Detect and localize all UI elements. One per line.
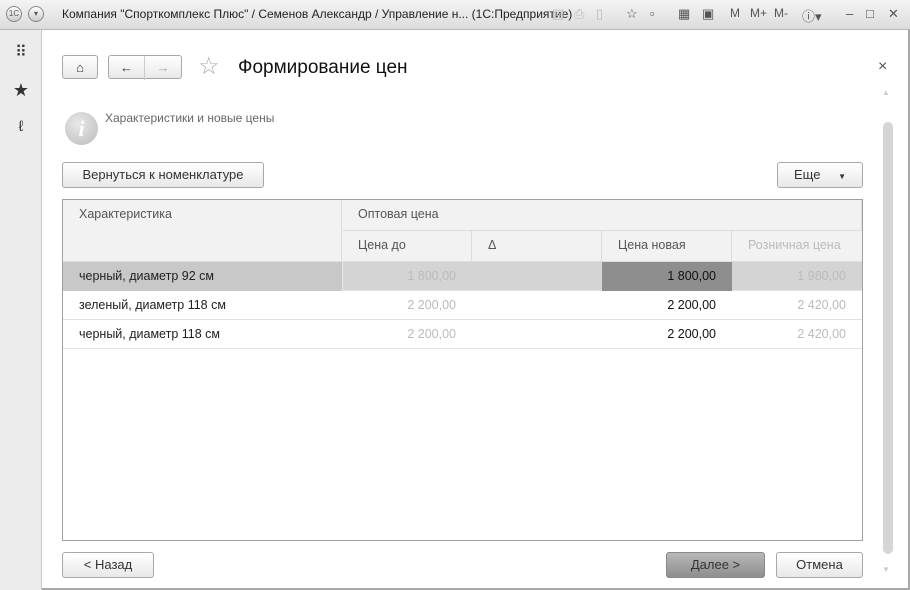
- header-price-before[interactable]: Цена до: [342, 231, 472, 262]
- preview-icon[interactable]: ▯: [596, 6, 603, 22]
- back-button[interactable]: < Назад: [62, 552, 154, 578]
- info-icon: i: [65, 112, 98, 145]
- cell-price-before: 2 200,00: [407, 327, 456, 341]
- cell-price-new[interactable]: 1 800,00: [602, 262, 732, 291]
- vertical-scrollbar[interactable]: ▲ ▼: [882, 88, 894, 575]
- header-price-new[interactable]: Цена новая: [602, 231, 732, 262]
- memory-plus-button[interactable]: M+: [750, 6, 767, 20]
- header-characteristic[interactable]: Характеристика: [63, 200, 342, 262]
- cell-characteristic: зеленый, диаметр 118 см: [79, 298, 226, 312]
- header-wholesale[interactable]: Оптовая цена: [342, 200, 862, 231]
- table-row[interactable]: черный, диаметр 92 см 1 800,00 1 800,00 …: [63, 262, 862, 291]
- main-menu-icon[interactable]: ▾: [28, 6, 44, 22]
- minimize-icon[interactable]: –: [846, 6, 853, 21]
- favorite-add-icon[interactable]: ☆: [626, 6, 638, 22]
- close-form-icon[interactable]: ×: [878, 58, 887, 76]
- memory-m-button[interactable]: M: [730, 6, 740, 20]
- header-delta[interactable]: Δ: [472, 231, 602, 262]
- print-icon[interactable]: ⎙: [574, 6, 584, 22]
- cell-retail: 2 420,00: [797, 327, 846, 341]
- table-row[interactable]: зеленый, диаметр 118 см 2 200,00 2 200,0…: [63, 291, 862, 320]
- forward-arrow-icon[interactable]: →: [145, 56, 181, 80]
- window-title: Компания "Спорткомплекс Плюс" / Семенов …: [62, 7, 573, 21]
- title-bar: 1С ▾ Компания "Спорткомплекс Плюс" / Сем…: [0, 0, 910, 30]
- scrollbar-thumb[interactable]: [883, 122, 893, 554]
- more-label: Еще: [794, 167, 821, 182]
- prices-table: Характеристика Оптовая цена Цена до Δ Це…: [62, 199, 863, 541]
- cell-retail: 2 420,00: [797, 298, 846, 312]
- cell-characteristic: черный, диаметр 92 см: [63, 262, 342, 291]
- calendar-icon[interactable]: ▣: [702, 6, 714, 22]
- cell-price-new[interactable]: 2 200,00: [602, 320, 732, 349]
- home-button[interactable]: ⌂: [62, 55, 98, 79]
- favorites-star-icon[interactable]: ★: [0, 80, 42, 101]
- next-button[interactable]: Далее >: [666, 552, 765, 578]
- table-row[interactable]: черный, диаметр 118 см 2 200,00 2 200,00…: [63, 320, 862, 349]
- history-icon[interactable]: ℓ: [0, 118, 42, 135]
- save-icon[interactable]: ▤: [552, 6, 564, 22]
- cell-characteristic: черный, диаметр 118 см: [79, 327, 220, 341]
- calculator-icon[interactable]: ▦: [678, 6, 690, 22]
- favorite-star-icon[interactable]: ☆: [198, 52, 220, 81]
- back-to-nomenclature-button[interactable]: Вернуться к номенклатуре: [62, 162, 264, 188]
- close-window-icon[interactable]: ✕: [888, 6, 899, 22]
- bookmark-icon[interactable]: ▫: [650, 6, 655, 21]
- maximize-icon[interactable]: □: [866, 6, 874, 21]
- scroll-up-icon[interactable]: ▲: [882, 88, 890, 97]
- page-title: Формирование цен: [238, 57, 408, 78]
- cancel-button[interactable]: Отмена: [776, 552, 863, 578]
- info-text: Характеристики и новые цены: [105, 111, 275, 125]
- memory-minus-button[interactable]: M-: [774, 6, 788, 20]
- more-button[interactable]: Еще ▼: [777, 162, 863, 188]
- chevron-down-icon: ▼: [838, 172, 846, 181]
- cell-retail: 1 980,00: [797, 269, 846, 283]
- nav-buttons: ← →: [108, 55, 182, 80]
- apps-grid-icon[interactable]: ⠿: [0, 42, 42, 62]
- sidebar: ⠿ ★ ℓ: [0, 30, 42, 590]
- back-arrow-icon[interactable]: ←: [109, 56, 145, 80]
- cell-price-before: 1 800,00: [342, 262, 472, 291]
- cell-price-before: 2 200,00: [407, 298, 456, 312]
- cell-price-new[interactable]: 2 200,00: [602, 291, 732, 320]
- info-icon[interactable]: ⓘ▾: [802, 6, 822, 25]
- header-retail[interactable]: Розничная цена: [732, 231, 862, 262]
- scroll-down-icon[interactable]: ▼: [882, 565, 890, 574]
- app-logo-icon[interactable]: 1С: [6, 6, 22, 22]
